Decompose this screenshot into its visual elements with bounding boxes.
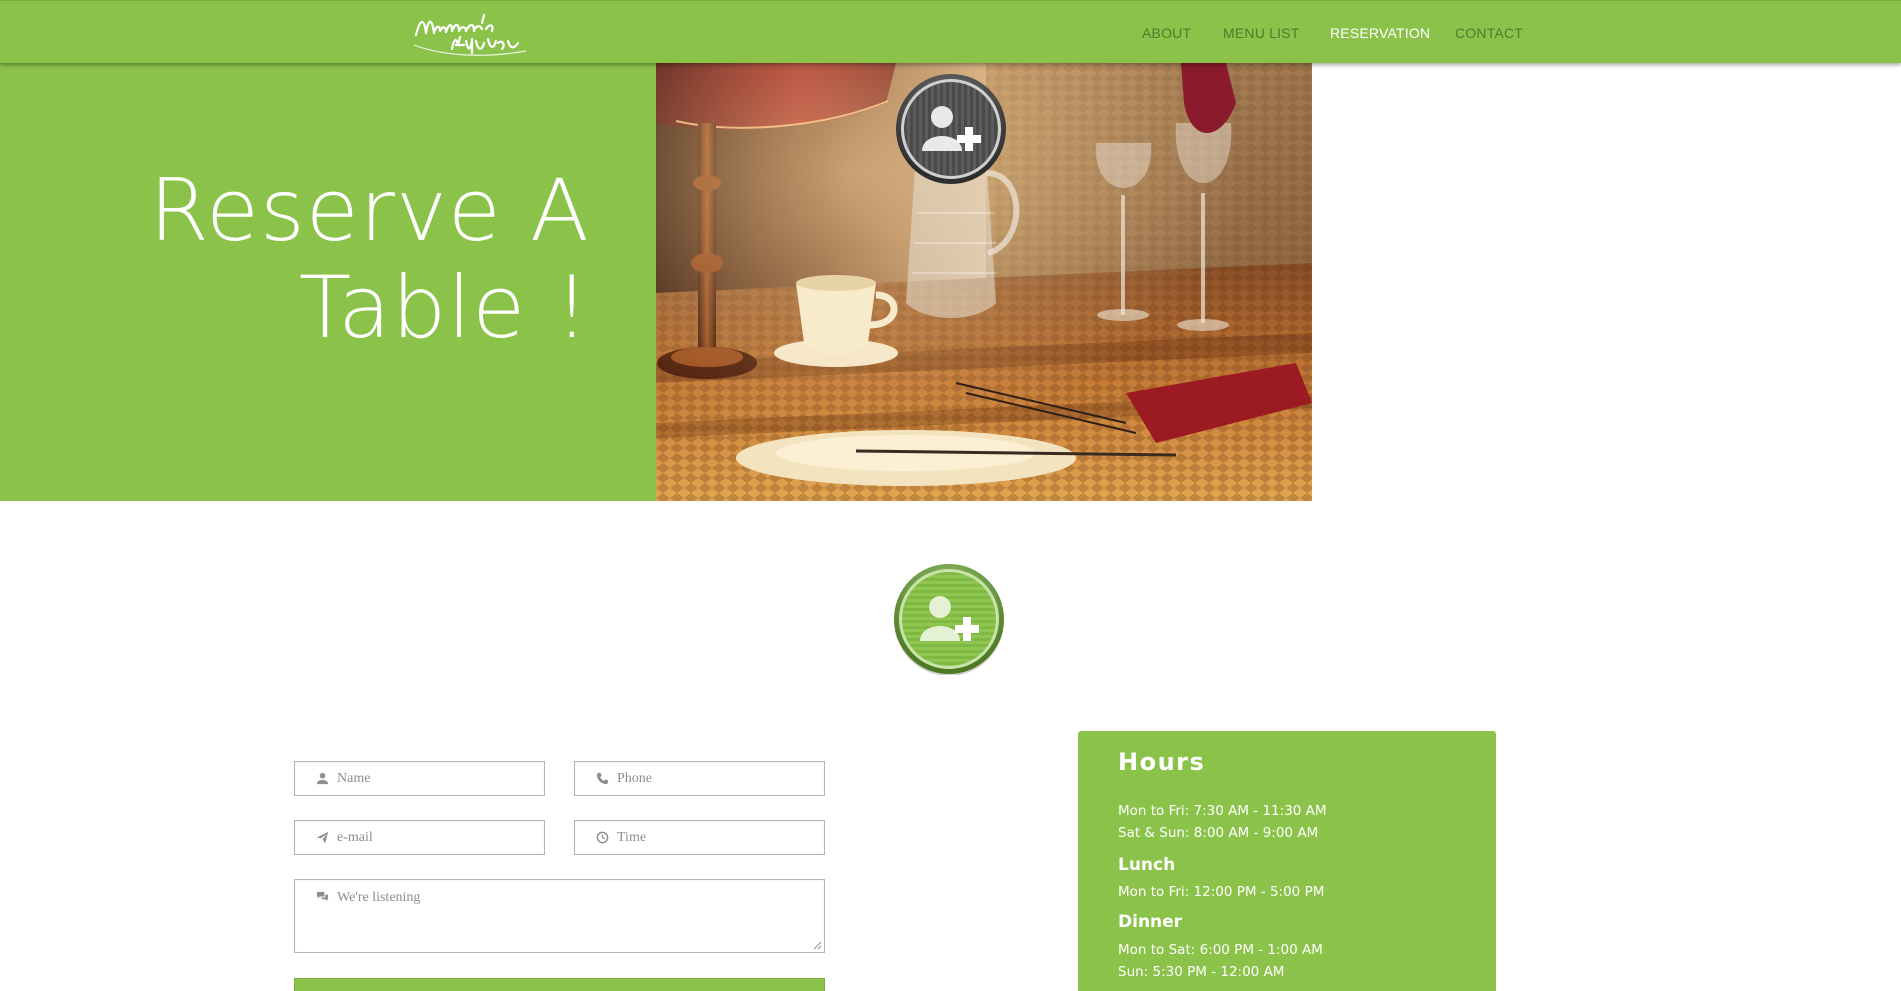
hours-breakfast-weekday: Mon to Fri: 7:30 AM - 11:30 AM — [1118, 803, 1327, 819]
message-placeholder: We're listening — [337, 890, 421, 905]
nav-reservation[interactable]: RESERVATION — [1330, 25, 1430, 41]
name-field[interactable]: Name — [294, 761, 545, 796]
add-user-badge-green — [893, 563, 1005, 675]
hours-dinner-weekday: Mon to Sat: 6:00 PM - 1:00 AM — [1118, 942, 1323, 958]
email-placeholder: e-mail — [337, 829, 373, 845]
phone-field[interactable]: Phone — [574, 761, 825, 796]
paper-plane-icon — [314, 831, 330, 844]
nav-about[interactable]: ABOUT — [1142, 25, 1191, 41]
email-field[interactable]: e-mail — [294, 820, 545, 855]
name-placeholder: Name — [337, 770, 371, 786]
logo-icon — [413, 13, 527, 56]
hours-title: Hours — [1118, 748, 1206, 776]
hours-breakfast-weekend: Sat & Sun: 8:00 AM - 9:00 AM — [1118, 825, 1319, 841]
nav-menu-list[interactable]: MENU LIST — [1223, 25, 1299, 41]
hours-lunch: Mon to Fri: 12:00 PM - 5:00 PM — [1118, 884, 1325, 900]
nav-contact[interactable]: CONTACT — [1455, 25, 1523, 41]
hours-panel: Hours Mon to Fri: 7:30 AM - 11:30 AM Sat… — [1078, 731, 1496, 991]
lunch-title: Lunch — [1118, 855, 1176, 875]
phone-icon — [594, 772, 610, 785]
submit-button[interactable] — [294, 978, 825, 991]
top-navbar: ABOUT MENU LIST RESERVATION CONTACT — [0, 0, 1901, 63]
hero-banner: Reserve A Table ! — [0, 63, 656, 501]
hero-title-line1: Reserve A — [149, 161, 590, 261]
add-user-badge-dark — [895, 73, 1007, 185]
hours-dinner-sunday: Sun: 5:30 PM - 12:00 AM — [1118, 964, 1285, 980]
clock-icon — [594, 831, 610, 844]
hero-title: Reserve A Table ! — [30, 163, 590, 357]
message-textarea[interactable]: We're listening — [294, 879, 825, 953]
dinner-title: Dinner — [1118, 912, 1183, 932]
resize-handle-icon[interactable] — [813, 941, 822, 950]
phone-placeholder: Phone — [617, 770, 652, 786]
add-user-icon — [896, 74, 1006, 184]
hero-title-line2: Table ! — [298, 258, 590, 358]
add-user-icon — [894, 564, 1004, 675]
brand-logo[interactable] — [410, 5, 530, 61]
comments-icon — [314, 890, 330, 903]
time-field[interactable]: Time — [574, 820, 825, 855]
user-icon — [314, 772, 330, 785]
time-placeholder: Time — [617, 829, 647, 845]
